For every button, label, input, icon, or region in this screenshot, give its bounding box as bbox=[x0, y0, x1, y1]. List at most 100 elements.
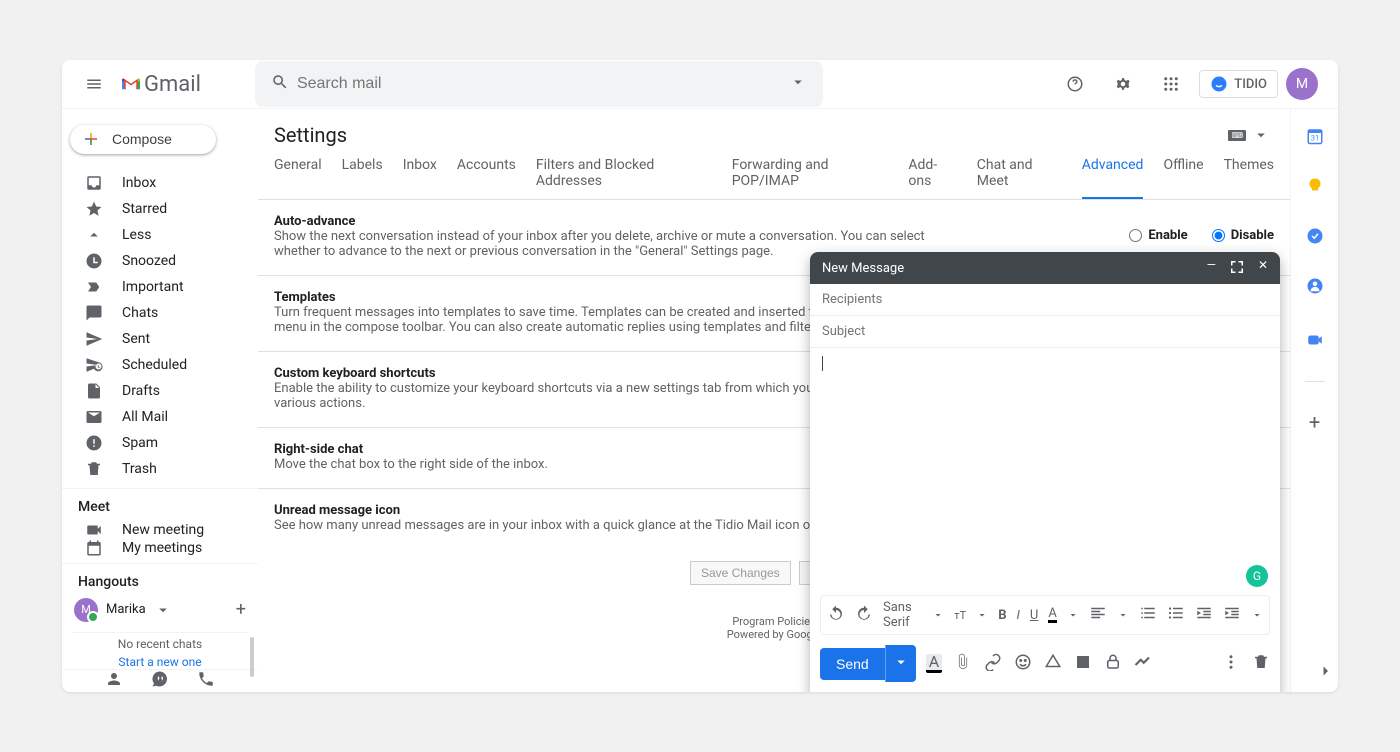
discard-button[interactable] bbox=[1252, 653, 1270, 675]
nav-sent[interactable]: Sent bbox=[62, 326, 258, 352]
nav-drafts[interactable]: Drafts bbox=[62, 378, 258, 404]
phone-icon[interactable] bbox=[197, 670, 215, 692]
compose-window: New Message — ✕ Recipients Subject G San… bbox=[810, 252, 1280, 692]
bulleted-list-button[interactable] bbox=[1167, 604, 1185, 626]
minimize-button[interactable]: — bbox=[1207, 258, 1216, 279]
bold-button[interactable]: B bbox=[998, 608, 1006, 623]
tab-filters[interactable]: Filters and Blocked Addresses bbox=[536, 157, 712, 199]
compose-body[interactable]: G bbox=[810, 348, 1280, 595]
italic-button[interactable]: I bbox=[1016, 608, 1019, 623]
auto-advance-disable[interactable]: Disable bbox=[1212, 228, 1274, 243]
formatting-button[interactable]: A bbox=[926, 654, 942, 673]
nav-new-meeting[interactable]: New meeting bbox=[62, 521, 258, 539]
compose-button[interactable]: Compose bbox=[70, 125, 216, 154]
send-options-button[interactable] bbox=[885, 645, 916, 682]
indent-more-button[interactable] bbox=[1223, 604, 1241, 626]
gear-icon bbox=[1114, 75, 1132, 93]
text-color-button[interactable]: A bbox=[1048, 608, 1056, 623]
save-changes-button[interactable]: Save Changes bbox=[690, 561, 791, 585]
chevron-down-icon[interactable] bbox=[1251, 606, 1263, 624]
nav-important[interactable]: Important bbox=[62, 274, 258, 300]
header-bar: Gmail TIDIO M bbox=[62, 60, 1338, 108]
tab-labels[interactable]: Labels bbox=[342, 157, 383, 199]
get-addons-button[interactable]: + bbox=[1309, 410, 1320, 434]
tasks-addon[interactable] bbox=[1306, 227, 1324, 249]
meet-addon[interactable] bbox=[1306, 331, 1324, 353]
close-button[interactable]: ✕ bbox=[1258, 258, 1268, 279]
nav-chats[interactable]: Chats bbox=[62, 300, 258, 326]
chevron-down-icon[interactable] bbox=[1117, 606, 1129, 624]
underline-button[interactable]: U bbox=[1030, 608, 1038, 623]
side-panel-toggle[interactable] bbox=[1316, 662, 1334, 684]
tab-advanced[interactable]: Advanced bbox=[1082, 157, 1144, 199]
recipients-field[interactable]: Recipients bbox=[810, 284, 1280, 316]
align-button[interactable] bbox=[1089, 604, 1107, 626]
user-avatar[interactable]: M bbox=[1286, 68, 1318, 100]
contacts-addon[interactable] bbox=[1306, 277, 1324, 299]
emoji-button[interactable] bbox=[1014, 653, 1032, 675]
compose-header[interactable]: New Message — ✕ bbox=[810, 252, 1280, 284]
tab-accounts[interactable]: Accounts bbox=[457, 157, 516, 199]
fullscreen-button[interactable] bbox=[1228, 258, 1246, 279]
nav-less[interactable]: Less bbox=[62, 222, 258, 248]
calendar-icon bbox=[84, 539, 104, 557]
settings-button[interactable] bbox=[1103, 64, 1143, 104]
signature-button[interactable] bbox=[1134, 653, 1152, 675]
nav-allmail[interactable]: All Mail bbox=[62, 404, 258, 430]
tab-general[interactable]: General bbox=[274, 157, 322, 199]
nav-trash[interactable]: Trash bbox=[62, 456, 258, 482]
add-hangout-button[interactable]: + bbox=[236, 599, 246, 620]
send-button[interactable]: Send bbox=[820, 648, 885, 680]
indent-less-button[interactable] bbox=[1195, 604, 1213, 626]
link-button[interactable] bbox=[984, 653, 1002, 675]
start-chat-link[interactable]: Start a new one bbox=[62, 655, 258, 669]
nav-scheduled[interactable]: Scheduled bbox=[62, 352, 258, 378]
search-input[interactable] bbox=[297, 75, 781, 93]
keep-icon bbox=[1306, 177, 1324, 195]
keep-addon[interactable] bbox=[1306, 177, 1324, 199]
hangouts-icon[interactable] bbox=[151, 670, 169, 692]
drive-button[interactable] bbox=[1044, 653, 1062, 675]
nav-inbox[interactable]: Inbox bbox=[62, 170, 258, 196]
subject-field[interactable]: Subject bbox=[810, 316, 1280, 348]
nav-starred[interactable]: Starred bbox=[62, 196, 258, 222]
hangouts-user[interactable]: M Marika + bbox=[62, 596, 258, 628]
numbered-list-button[interactable] bbox=[1139, 604, 1157, 626]
attach-button[interactable] bbox=[954, 653, 972, 675]
nav-spam[interactable]: Spam bbox=[62, 430, 258, 456]
font-selector[interactable]: Sans Serif bbox=[883, 600, 922, 630]
gmail-icon bbox=[122, 75, 140, 93]
tab-chat[interactable]: Chat and Meet bbox=[977, 157, 1062, 199]
search-bar[interactable] bbox=[255, 61, 823, 107]
hangouts-header: Hangouts bbox=[62, 564, 258, 596]
search-options-button[interactable] bbox=[781, 73, 815, 95]
calendar-addon[interactable]: 31 bbox=[1306, 127, 1324, 149]
confidential-button[interactable] bbox=[1104, 653, 1122, 675]
redo-button[interactable] bbox=[855, 604, 873, 626]
image-button[interactable] bbox=[1074, 653, 1092, 675]
chevron-down-icon[interactable] bbox=[976, 606, 988, 624]
tab-offline[interactable]: Offline bbox=[1163, 157, 1203, 199]
grammarly-icon[interactable]: G bbox=[1246, 565, 1268, 587]
chevron-down-icon[interactable] bbox=[932, 606, 944, 624]
nav-snoozed[interactable]: Snoozed bbox=[62, 248, 258, 274]
scrollbar[interactable] bbox=[250, 637, 254, 677]
gmail-logo[interactable]: Gmail bbox=[122, 72, 201, 97]
chevron-down-icon[interactable] bbox=[1067, 606, 1079, 624]
main-menu-button[interactable] bbox=[70, 60, 118, 108]
person-icon[interactable] bbox=[105, 670, 123, 692]
tab-inbox[interactable]: Inbox bbox=[403, 157, 437, 199]
auto-advance-enable[interactable]: Enable bbox=[1129, 228, 1187, 243]
tab-addons[interactable]: Add-ons bbox=[908, 157, 956, 199]
tab-forwarding[interactable]: Forwarding and POP/IMAP bbox=[732, 157, 889, 199]
tasks-icon bbox=[1306, 227, 1324, 245]
apps-button[interactable] bbox=[1151, 64, 1191, 104]
nav-my-meetings[interactable]: My meetings bbox=[62, 539, 258, 557]
input-tools-button[interactable]: ⌨ bbox=[1228, 126, 1270, 144]
undo-button[interactable] bbox=[827, 604, 845, 626]
tab-themes[interactable]: Themes bbox=[1224, 157, 1274, 199]
font-size-button[interactable]: тT bbox=[954, 609, 966, 622]
tidio-chip[interactable]: TIDIO bbox=[1199, 70, 1278, 98]
help-button[interactable] bbox=[1055, 64, 1095, 104]
more-options-button[interactable] bbox=[1222, 653, 1240, 675]
